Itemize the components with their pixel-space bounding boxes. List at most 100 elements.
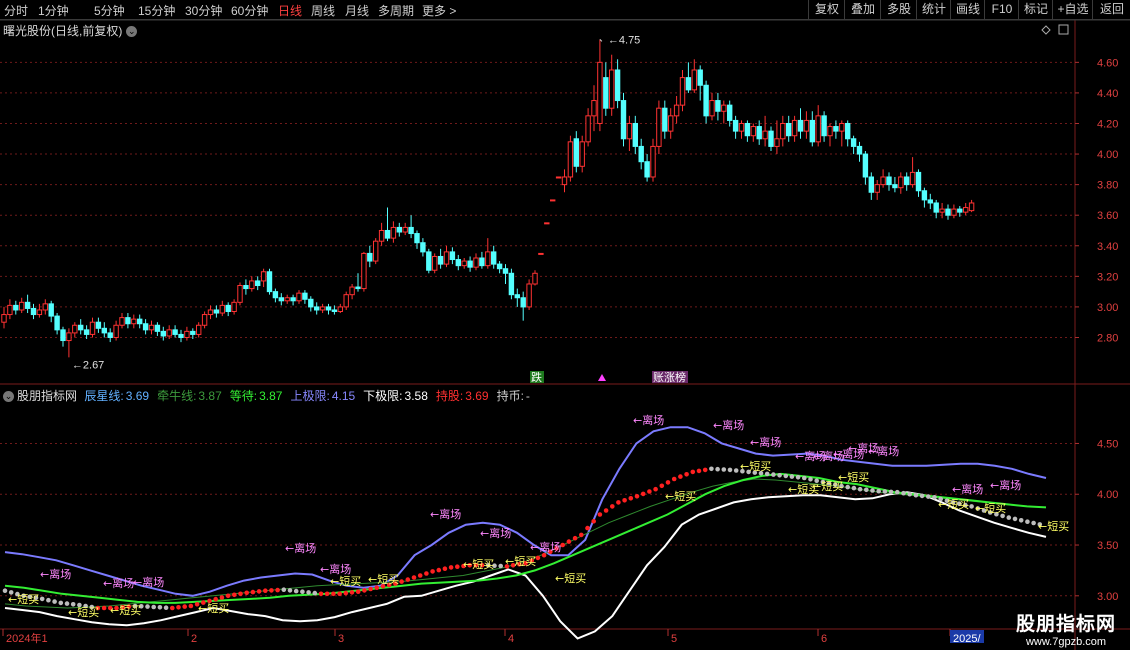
- holding-dot: [324, 591, 330, 597]
- price-tick-label: 2.80: [1097, 332, 1118, 344]
- candle-body: [72, 324, 78, 334]
- indicator-item-5: 持股: 3.69: [436, 389, 493, 403]
- price-tick-label: 3.40: [1097, 241, 1118, 253]
- holding-dot: [535, 555, 541, 561]
- candle-body: [909, 171, 916, 186]
- signal-buy-label: ←短买: [740, 459, 771, 473]
- settings-circle-icon[interactable]: ⌄: [3, 391, 14, 403]
- holding-dot: [232, 592, 237, 598]
- holding-dot: [281, 587, 287, 592]
- candle-body: [243, 285, 249, 290]
- die-badge-label: 跌: [531, 370, 542, 384]
- candle-body: [479, 257, 485, 267]
- holding-dot: [448, 565, 454, 570]
- holding-dot: [275, 587, 280, 593]
- zhangbang-label: 账涨榜: [653, 370, 686, 384]
- chevron-down-icon[interactable]: ⌄: [126, 26, 138, 38]
- candle-body: [101, 327, 107, 334]
- holding-dot: [888, 489, 894, 495]
- candle-body: [538, 252, 544, 255]
- holding-dot: [709, 466, 714, 472]
- candle-body: [880, 176, 886, 186]
- indicator-item-label: 牵牛线:: [157, 389, 197, 403]
- high-label: ←4.75: [608, 34, 640, 46]
- indicator-tick-label: 3.00: [1097, 591, 1118, 603]
- holding-dot: [926, 494, 931, 499]
- holding-dot: [610, 504, 615, 509]
- candle-body: [721, 104, 727, 112]
- holding-dot: [591, 519, 596, 524]
- holding-dot: [417, 573, 423, 578]
- signal-buy-label: ←短买: [330, 574, 361, 588]
- window-icon: [1058, 24, 1069, 35]
- holding-dot: [362, 588, 367, 593]
- indicator-item-value: 3.69: [125, 389, 150, 403]
- candle-body: [437, 255, 444, 265]
- candle-body: [319, 306, 326, 311]
- candle-body: [514, 294, 520, 299]
- indicator-item-label: 上极限:: [290, 389, 330, 403]
- price-tick-label: 4.40: [1097, 88, 1118, 100]
- candle-body: [308, 298, 314, 308]
- signal-buy-label: ←短买: [938, 497, 969, 511]
- holding-dot: [312, 590, 318, 596]
- indicator-item-label: 辰星线:: [84, 389, 124, 403]
- signal-buy-label: ←短买: [975, 501, 1006, 515]
- holding-dot: [795, 475, 801, 480]
- holding-dot: [1025, 519, 1030, 524]
- signal-buy-label: ←短买: [110, 603, 141, 617]
- holding-dot: [901, 490, 906, 496]
- candle-body: [184, 330, 190, 338]
- holding-dot: [411, 575, 417, 580]
- holding-dot: [293, 588, 299, 594]
- candle-body: [148, 324, 155, 331]
- candle-body: [449, 251, 456, 261]
- candle-body: [420, 242, 426, 253]
- candle-body: [19, 301, 25, 311]
- holding-dot: [269, 588, 274, 593]
- candle-body: [260, 271, 267, 282]
- candle-body: [892, 184, 898, 189]
- candle-body: [632, 122, 638, 147]
- holding-dot: [771, 472, 776, 477]
- candle-body: [697, 69, 703, 86]
- holding-dot: [1012, 516, 1018, 522]
- indicator-item-1: 牵牛线: 3.87: [157, 389, 226, 403]
- holding-dot: [628, 496, 634, 501]
- candle-body: [786, 122, 792, 137]
- holding-dot: [634, 494, 640, 499]
- candle-body: [550, 199, 556, 202]
- indicator-item-value: 4.15: [331, 389, 356, 403]
- candle-body: [738, 122, 745, 132]
- candle-body: [815, 115, 821, 143]
- candle-body: [355, 286, 361, 290]
- candle-body: [196, 324, 202, 335]
- candle-body: [66, 332, 72, 342]
- candle-body: [685, 77, 692, 91]
- holding-dot: [690, 469, 696, 475]
- candle-body: [237, 285, 243, 303]
- candle-body: [137, 318, 143, 325]
- holding-dot: [2, 588, 8, 593]
- holding-dot: [424, 571, 429, 576]
- holding-dot: [566, 539, 572, 544]
- candle-body: [927, 199, 933, 204]
- candle-body: [827, 126, 833, 137]
- watermark-title: 股朋指标网: [1015, 614, 1116, 635]
- signal-leave-label: ←离场: [133, 575, 164, 589]
- candle-body: [361, 252, 367, 290]
- candle-body: [744, 122, 751, 137]
- candle-body: [266, 271, 273, 293]
- indicator-item-4: 下极限: 3.58: [363, 389, 432, 403]
- candle-body: [673, 104, 680, 117]
- holding-dot: [399, 579, 404, 584]
- holding-dot: [176, 605, 181, 610]
- signal-buy-label: ←短买: [463, 557, 494, 571]
- candle-body: [178, 333, 184, 338]
- holding-dot: [845, 484, 850, 490]
- candle-body: [555, 176, 562, 179]
- candle-body: [544, 222, 550, 225]
- time-label: 2024年1: [6, 631, 48, 645]
- chart-canvas[interactable]: ←离场←离场←离场←离场←离场←离场←离场←离场←离场 ←离场←离场←离场←离场←…: [0, 0, 1130, 650]
- watermark-url: www.7gpzb.com: [1025, 636, 1107, 648]
